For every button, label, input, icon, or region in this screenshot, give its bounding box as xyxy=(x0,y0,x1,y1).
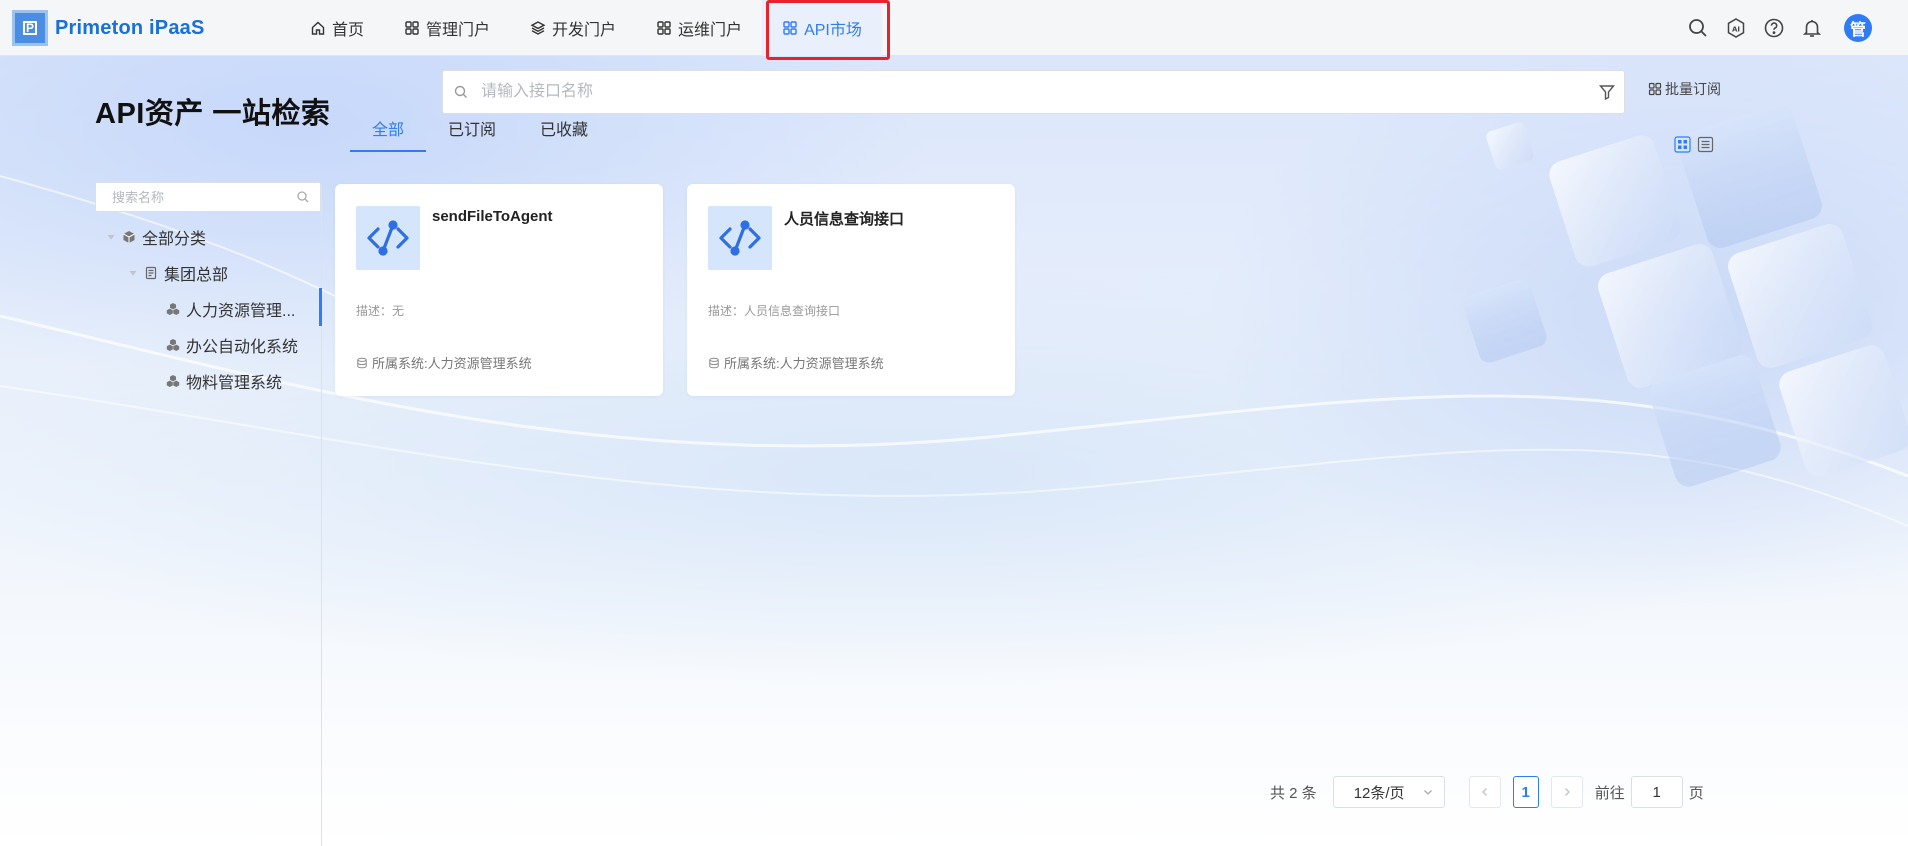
api-description: 描述：人员信息查询接口 xyxy=(708,304,841,318)
chevron-down-icon xyxy=(1423,790,1432,795)
caret-down-icon xyxy=(129,271,137,276)
top-navigation-bar: P Primeton iPaaS 首页 管理门户 开发门户 运维门户 API市场 xyxy=(0,0,1908,56)
nav-label: 开发门户 xyxy=(552,22,617,39)
cube-icon xyxy=(123,231,135,243)
nav-item-ops-portal[interactable]: 运维门户 xyxy=(636,0,762,56)
grid-icon xyxy=(783,21,797,35)
list-view-button[interactable] xyxy=(1697,136,1714,153)
nav-item-home[interactable]: 首页 xyxy=(290,0,384,56)
home-icon xyxy=(311,21,325,35)
cubes-icon xyxy=(166,339,180,351)
goto-page-input[interactable] xyxy=(1630,776,1683,808)
api-card[interactable]: sendFileToAgent 描述：无 所属系统:人力资源管理系统 xyxy=(335,184,663,396)
tree-item-label: 物料管理系统 xyxy=(186,375,283,392)
prev-page-button[interactable] xyxy=(1468,776,1501,808)
next-page-button[interactable] xyxy=(1550,776,1583,808)
api-search-bar xyxy=(442,70,1625,114)
batch-icon xyxy=(1648,82,1662,96)
card-view-button[interactable] xyxy=(1674,136,1691,153)
brand-logo[interactable]: P Primeton iPaaS xyxy=(12,10,205,46)
database-icon xyxy=(709,357,719,368)
logo-mark-icon: P xyxy=(12,10,48,46)
api-system: 所属系统:人力资源管理系统 xyxy=(356,353,532,372)
page-number-current[interactable]: 1 xyxy=(1512,776,1539,808)
search-icon xyxy=(297,191,309,203)
svg-text:AI: AI xyxy=(1732,26,1740,34)
filter-icon[interactable] xyxy=(1598,83,1616,101)
cubes-icon xyxy=(166,303,180,315)
tab-favorited[interactable]: 已收藏 xyxy=(518,116,610,152)
tree-item-label: 办公自动化系统 xyxy=(186,339,299,356)
goto-label: 前往 xyxy=(1594,784,1625,802)
tree-item-group-hq[interactable]: 集团总部 xyxy=(128,261,228,285)
document-icon xyxy=(145,266,157,280)
nav-item-api-market[interactable]: API市场 xyxy=(762,0,882,56)
tree-item-hr-system[interactable]: 人力资源管理... xyxy=(166,297,295,321)
tree-item-label: 集团总部 xyxy=(164,267,229,284)
grid-icon xyxy=(405,21,419,35)
tree-item-all-categories[interactable]: 全部分类 xyxy=(106,225,206,249)
page-suffix-label: 页 xyxy=(1688,784,1704,802)
tab-subscribed[interactable]: 已订阅 xyxy=(426,116,518,152)
chevron-right-icon xyxy=(1564,788,1570,796)
page-title: API资产 一站检索 xyxy=(95,98,331,130)
api-card[interactable]: 人员信息查询接口 描述：人员信息查询接口 所属系统:人力资源管理系统 xyxy=(687,184,1015,396)
tree-selected-indicator xyxy=(319,288,322,326)
nav-item-dev-portal[interactable]: 开发门户 xyxy=(510,0,636,56)
page-size-value: 12条/页 xyxy=(1353,784,1405,802)
category-search xyxy=(95,182,321,212)
background-decoration xyxy=(0,104,1908,527)
nav-item-admin-portal[interactable]: 管理门户 xyxy=(384,0,510,56)
chevron-left-icon xyxy=(1481,788,1487,796)
tree-item-material-system[interactable]: 物料管理系统 xyxy=(166,369,282,393)
tree-item-label: 全部分类 xyxy=(142,231,207,248)
api-name-search-input[interactable] xyxy=(469,71,1598,113)
batch-subscribe-button[interactable]: 批量订阅 xyxy=(1648,79,1721,99)
view-toggle xyxy=(1674,136,1714,153)
search-icon xyxy=(454,85,467,98)
search-icon[interactable] xyxy=(1686,16,1710,40)
page-size-select[interactable]: 12条/页 xyxy=(1332,776,1445,808)
api-name: sendFileToAgent xyxy=(432,208,553,225)
api-system: 所属系统:人力资源管理系统 xyxy=(708,353,884,372)
api-system-label: 所属系统:人力资源管理系统 xyxy=(372,356,532,371)
api-icon xyxy=(356,206,420,270)
nav-label: 首页 xyxy=(332,22,365,39)
batch-subscribe-label: 批量订阅 xyxy=(1665,81,1721,97)
layers-icon xyxy=(530,21,546,35)
nav-label: 运维门户 xyxy=(678,22,743,39)
header-actions: AI 管 xyxy=(1686,0,1872,56)
nav-label: API市场 xyxy=(804,22,862,39)
list-view-icon xyxy=(1697,136,1714,153)
api-name: 人员信息查询接口 xyxy=(784,211,905,228)
main-nav: 首页 管理门户 开发门户 运维门户 API市场 xyxy=(290,0,882,56)
card-view-icon xyxy=(1674,136,1691,153)
grid-icon xyxy=(657,21,671,35)
ai-icon[interactable]: AI xyxy=(1724,16,1748,40)
api-system-label: 所属系统:人力资源管理系统 xyxy=(724,356,884,371)
main-content: API资产 一站检索 批量订阅 全部 已订阅 已收藏 全部分类 集团总部 xyxy=(0,56,1908,846)
sidebar-divider xyxy=(321,184,322,846)
user-avatar[interactable]: 管 xyxy=(1844,14,1872,42)
tab-all[interactable]: 全部 xyxy=(350,116,427,152)
help-icon[interactable] xyxy=(1762,16,1786,40)
nav-label: 管理门户 xyxy=(426,22,491,39)
tree-item-oa-system[interactable]: 办公自动化系统 xyxy=(166,333,298,357)
database-icon xyxy=(357,357,367,368)
cubes-icon xyxy=(166,375,180,387)
api-icon xyxy=(708,206,772,270)
tree-item-label: 人力资源管理... xyxy=(186,303,296,320)
subscription-tabs: 全部 已订阅 已收藏 xyxy=(350,116,610,152)
category-search-input[interactable] xyxy=(96,183,296,211)
pagination-total: 共 2 条 xyxy=(1270,784,1317,802)
bell-icon[interactable] xyxy=(1800,16,1824,40)
brand-name: Primeton iPaaS xyxy=(55,16,205,39)
pagination: 共 2 条 12条/页 1 前往 页 xyxy=(1270,776,1704,808)
api-description: 描述：无 xyxy=(356,304,405,318)
caret-down-icon xyxy=(107,235,115,240)
